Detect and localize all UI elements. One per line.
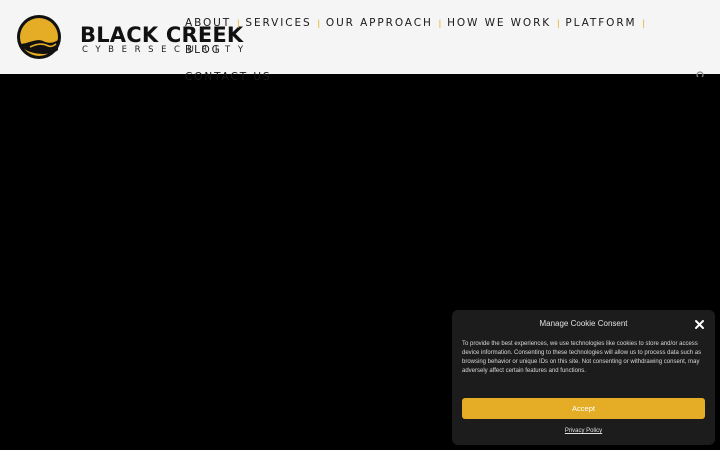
cookie-dialog-title: Manage Cookie Consent [539, 319, 628, 328]
nav-item-our-approach[interactable]: OUR APPROACH [326, 16, 433, 30]
nav-separator: | [642, 18, 645, 28]
main-nav: ABOUT | SERVICES | OUR APPROACH | HOW WE… [185, 16, 655, 84]
search-icon[interactable] [695, 71, 705, 77]
cookie-consent-dialog: Manage Cookie Consent To provide the bes… [452, 310, 715, 445]
nav-separator: | [237, 18, 240, 28]
site-header: BLACK CREEK CYBERSECURITY ABOUT | SERVIC… [0, 0, 720, 83]
creek-road-logo-icon[interactable] [16, 14, 62, 60]
cookie-dialog-text: To provide the best experiences, we use … [462, 341, 702, 374]
close-icon[interactable] [694, 319, 705, 330]
privacy-policy-link[interactable]: Privacy Policy [452, 427, 715, 435]
nav-separator: | [557, 18, 560, 28]
nav-item-blog[interactable]: BLOG [185, 43, 222, 57]
nav-item-how-we-work[interactable]: HOW WE WORK [447, 16, 551, 30]
nav-item-about[interactable]: ABOUT [185, 16, 231, 30]
nav-separator: | [438, 18, 442, 28]
accept-button[interactable]: Accept [462, 398, 705, 419]
nav-item-services[interactable]: SERVICES [245, 16, 311, 30]
nav-separator: | [317, 18, 320, 28]
nav-item-platform[interactable]: PLATFORM [565, 16, 636, 30]
nav-item-contact-us[interactable]: CONTACT US [185, 70, 655, 84]
